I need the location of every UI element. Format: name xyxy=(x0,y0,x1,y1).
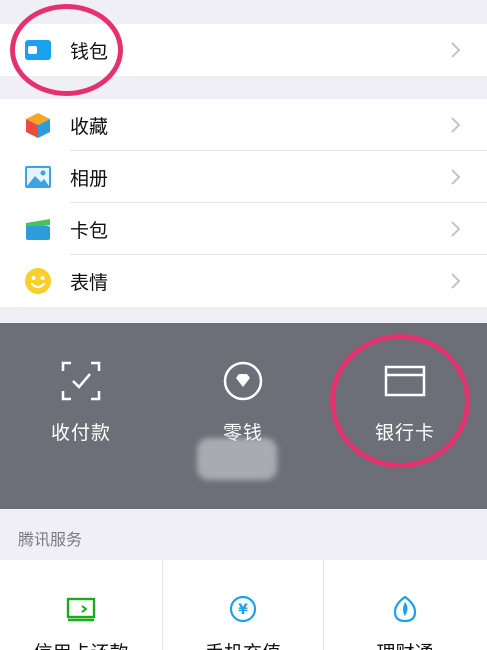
service-label: 信用卡还款 xyxy=(0,638,162,650)
scan-pay-icon xyxy=(61,361,101,401)
menu-group: 收藏 相册 卡包 表情 xyxy=(0,99,487,307)
service-label: 手机充值 xyxy=(163,638,323,650)
chevron-right-icon xyxy=(451,169,461,185)
service-label: 理财通 xyxy=(324,638,486,650)
favorites-cube-icon xyxy=(24,111,52,139)
menu-item-emoji[interactable]: 表情 xyxy=(0,255,487,307)
menu-item-card-pack[interactable]: 卡包 xyxy=(0,203,487,255)
menu-item-label: 表情 xyxy=(70,271,109,294)
menu-item-label: 相册 xyxy=(70,167,109,190)
wallet-item-label: 收付款 xyxy=(50,422,111,444)
service-wealth[interactable]: 理财通 xyxy=(324,560,486,650)
bank-card-icon xyxy=(384,365,426,397)
wallet-row[interactable]: 钱包 xyxy=(0,24,487,76)
wealth-icon xyxy=(393,595,417,623)
chevron-right-icon xyxy=(451,117,461,133)
chevron-right-icon xyxy=(451,273,461,289)
redaction-smudge xyxy=(197,438,277,480)
yen-topup-icon: ¥ xyxy=(229,595,257,623)
wallet-item-label: 银行卡 xyxy=(374,422,435,444)
chevron-right-icon xyxy=(451,221,461,237)
emoji-smile-icon xyxy=(24,267,52,295)
services-grid: 信用卡还款 ¥ 手机充值 理财通 xyxy=(0,560,487,650)
credit-card-repay-icon xyxy=(66,597,96,622)
svg-text:¥: ¥ xyxy=(238,602,248,618)
chevron-right-icon xyxy=(451,42,461,58)
service-mobile-topup[interactable]: ¥ 手机充值 xyxy=(162,560,324,650)
wallet-item-change[interactable]: 零钱 xyxy=(162,323,324,509)
service-credit-card-repay[interactable]: 信用卡还款 xyxy=(0,560,162,650)
wallet-group: 钱包 xyxy=(0,24,487,76)
wallet-label: 钱包 xyxy=(70,40,109,63)
menu-item-label: 卡包 xyxy=(70,219,109,242)
album-photo-icon xyxy=(24,163,52,191)
menu-item-favorites[interactable]: 收藏 xyxy=(0,99,487,151)
wallet-icon xyxy=(24,36,52,64)
wallet-item-bank-card[interactable]: 银行卡 xyxy=(324,323,486,509)
menu-item-album[interactable]: 相册 xyxy=(0,151,487,203)
wallet-item-pay[interactable]: 收付款 xyxy=(0,323,162,509)
menu-item-label: 收藏 xyxy=(70,115,109,138)
wallet-panel: 收付款 零钱 银行卡 xyxy=(0,323,487,509)
card-pack-icon xyxy=(24,215,52,243)
change-diamond-icon xyxy=(223,361,263,401)
section-title: 腾讯服务 xyxy=(18,530,83,549)
